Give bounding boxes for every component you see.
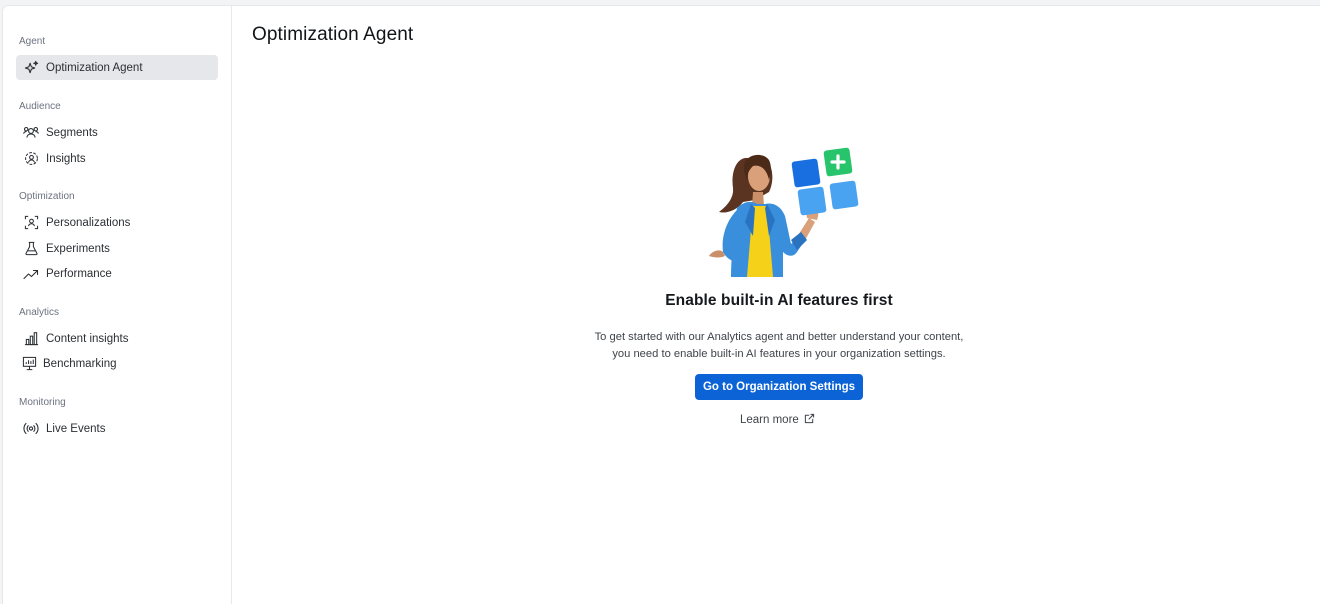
sidebar-item-segments[interactable]: Segments [16, 120, 218, 145]
learn-more-label: Learn more [740, 414, 799, 426]
sidebar-section-monitoring: Monitoring [19, 397, 66, 408]
woman-with-app-tiles-illustration [697, 140, 863, 277]
sidebar-section-optimization: Optimization [19, 191, 75, 202]
sidebar-item-label: Content insights [46, 332, 129, 345]
sidebar-item-label: Optimization Agent [46, 61, 143, 74]
sidebar-item-label: Benchmarking [43, 357, 117, 370]
sidebar-item-optimization-agent[interactable]: Optimization Agent [16, 55, 218, 80]
empty-state-description: To get started with our Analytics agent … [529, 329, 1029, 362]
sidebar-item-content-insights[interactable]: Content insights [16, 326, 218, 351]
sidebar-item-personalizations[interactable]: Personalizations [16, 210, 218, 235]
sidebar-item-label: Segments [46, 126, 98, 139]
sidebar-section-analytics: Analytics [19, 307, 60, 318]
sidebar-item-live-events[interactable]: Live Events [16, 416, 218, 441]
sidebar-item-label: Live Events [46, 422, 106, 435]
empty-state-description-line: you need to enable built-in AI features … [612, 347, 946, 360]
sidebar-section-audience: Audience [19, 101, 61, 112]
sparkle-icon [23, 60, 39, 76]
user-circle-icon [23, 151, 39, 167]
trend-up-icon [23, 266, 39, 282]
sidebar-item-benchmarking[interactable]: Benchmarking [16, 351, 218, 376]
empty-state-title: Enable built-in AI features first [665, 292, 893, 309]
sidebar-section-agent: Agent [19, 36, 46, 47]
bar-chart-icon [23, 331, 39, 347]
presentation-chart-icon [21, 356, 37, 372]
users-icon [23, 125, 39, 141]
sidebar-item-label: Performance [46, 267, 112, 280]
sidebar-item-insights[interactable]: Insights [16, 146, 218, 171]
sidebar-item-label: Insights [46, 152, 86, 165]
go-to-organization-settings-button[interactable]: Go to Organization Settings [695, 374, 863, 400]
external-link-icon [799, 413, 815, 427]
sidebar-item-performance[interactable]: Performance [16, 261, 218, 286]
sidebar-item-experiments[interactable]: Experiments [16, 236, 218, 261]
learn-more-link[interactable]: Learn more [740, 413, 815, 427]
empty-state-description-line: To get started with our Analytics agent … [594, 331, 964, 343]
flask-icon [23, 241, 39, 257]
main-content: Optimization Agent Enable built-in AI fe… [232, 6, 1320, 604]
sidebar: Agent Optimization Agent Audience Segmen… [3, 6, 232, 604]
broadcast-icon [23, 421, 39, 437]
user-focus-icon [23, 215, 39, 231]
app-window: Agent Optimization Agent Audience Segmen… [2, 5, 1320, 604]
page-title: Optimization Agent [252, 24, 414, 45]
sidebar-item-label: Personalizations [46, 216, 131, 229]
sidebar-item-label: Experiments [46, 242, 110, 255]
